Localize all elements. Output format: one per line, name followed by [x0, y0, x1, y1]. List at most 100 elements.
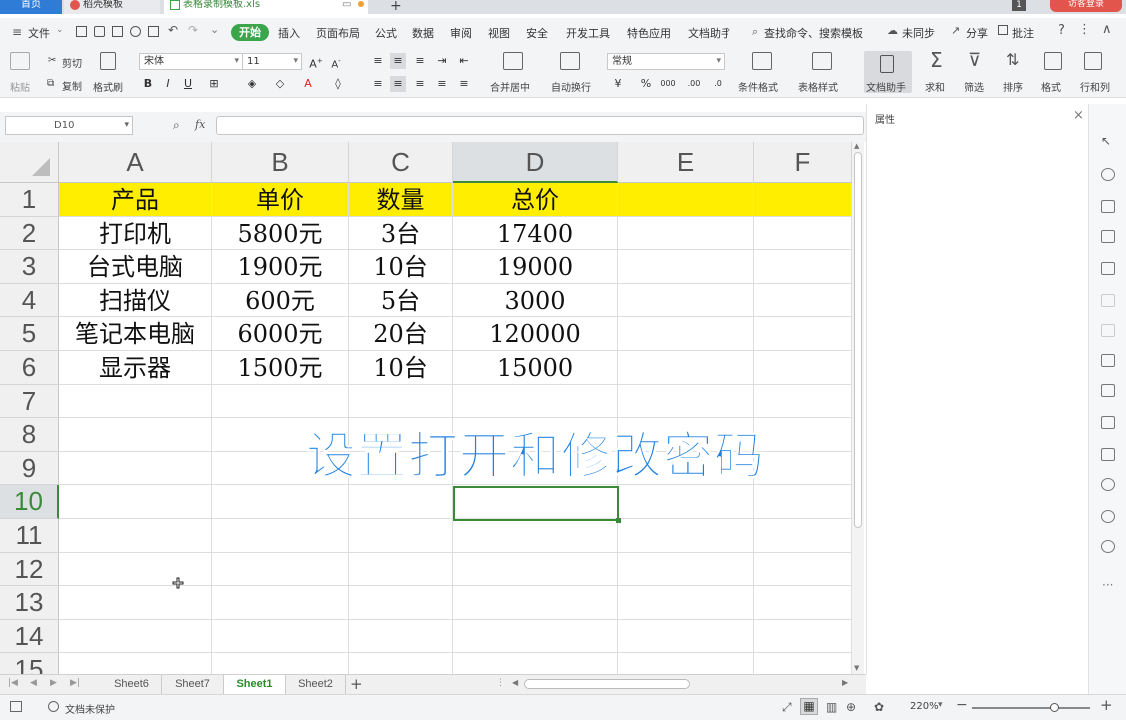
cell-a14[interactable]	[59, 619, 212, 654]
cell-c3[interactable]: 10台	[349, 250, 453, 284]
cell-d15[interactable]	[453, 653, 618, 674]
prev-sheet-icon[interactable]: ◀	[30, 678, 37, 688]
cell-f2[interactable]	[754, 216, 852, 251]
home-tab[interactable]: 首页	[0, 0, 62, 14]
cell-f5[interactable]	[754, 317, 852, 351]
add-sheet-button[interactable]: +	[350, 675, 363, 693]
find-icon[interactable]	[148, 26, 159, 37]
zoom-level[interactable]: 220%	[910, 701, 939, 712]
cell-a4[interactable]: 扫描仪	[59, 283, 212, 318]
row-header-13[interactable]: 13	[0, 586, 59, 620]
tab-security[interactable]: 安全	[526, 25, 548, 41]
column-header-d[interactable]: D	[453, 142, 618, 183]
cell-f8[interactable]	[754, 418, 852, 452]
guest-login-button[interactable]: 访客登录	[1050, 0, 1122, 12]
tab-special-apps[interactable]: 特色应用	[627, 25, 671, 41]
fullscreen-icon[interactable]: ⤢	[782, 700, 792, 715]
normal-view-icon[interactable]: ▦	[800, 698, 818, 715]
scroll-up-icon[interactable]: ▲	[854, 142, 859, 150]
align-middle-icon[interactable]: ≡	[390, 53, 406, 69]
row-header-9[interactable]: 9	[0, 451, 59, 486]
hamburger-icon[interactable]: ≡	[12, 25, 22, 39]
row-header-7[interactable]: 7	[0, 384, 59, 419]
cell-e6[interactable]	[618, 351, 754, 385]
zoom-out-icon[interactable]: −	[956, 697, 968, 713]
conditional-format-button[interactable]: 条件格式	[738, 79, 778, 94]
row-header-3[interactable]: 3	[0, 250, 59, 284]
row-header-14[interactable]: 14	[0, 619, 59, 654]
cell-d11[interactable]	[453, 519, 618, 553]
cell-c10[interactable]	[349, 485, 453, 519]
tab-view[interactable]: 视图	[488, 25, 510, 41]
tab-developer[interactable]: 开发工具	[566, 25, 610, 41]
share-button[interactable]: 分享	[966, 25, 988, 41]
cell-e2[interactable]	[618, 216, 754, 251]
cell-f1[interactable]	[754, 183, 852, 217]
cell-d4[interactable]: 3000	[453, 283, 618, 318]
indent-icon[interactable]: ⇥	[434, 53, 450, 69]
row-header-5[interactable]: 5	[0, 317, 59, 351]
cell-a11[interactable]	[59, 519, 212, 553]
cell-b6[interactable]: 1500元	[212, 351, 349, 385]
doc-helper-button[interactable]: 文档助手	[864, 51, 912, 94]
scroll-left-icon[interactable]: ◀	[512, 678, 518, 687]
cell-f4[interactable]	[754, 283, 852, 318]
cell-f15[interactable]	[754, 653, 852, 674]
archive-icon[interactable]	[1101, 416, 1115, 429]
cell-c12[interactable]	[349, 552, 453, 587]
row-header-1[interactable]: 1	[0, 183, 59, 217]
font-size-select[interactable]: 11	[242, 53, 302, 70]
page-break-view-icon[interactable]: ▥	[826, 700, 837, 714]
unsynced-status[interactable]: 未同步	[902, 25, 935, 41]
font-color-icon[interactable]: ◈	[244, 76, 260, 92]
cell-f6[interactable]	[754, 351, 852, 385]
sort-button[interactable]: 排序	[1003, 79, 1023, 94]
row-header-15[interactable]: 15	[0, 653, 59, 674]
print-icon[interactable]	[112, 26, 123, 37]
zoom-in-icon[interactable]: +	[1100, 696, 1113, 714]
italic-icon[interactable]: I	[160, 76, 176, 92]
undo-icon[interactable]: ↶	[168, 23, 178, 37]
cell-c1[interactable]: 数量	[349, 183, 453, 217]
currency-icon[interactable]: ¥	[610, 76, 626, 92]
wrap-text-button[interactable]: 自动换行	[551, 79, 591, 94]
cell-c15[interactable]	[349, 653, 453, 674]
cell-b7[interactable]	[212, 384, 349, 419]
menu-file[interactable]: 文件	[28, 25, 50, 41]
name-box[interactable]: D10	[5, 116, 133, 135]
font-name-select[interactable]: 宋体	[139, 53, 243, 70]
merge-center-button[interactable]: 合并居中	[490, 79, 530, 94]
selected-cell[interactable]	[453, 486, 621, 523]
row-header-4[interactable]: 4	[0, 283, 59, 318]
cell-a10[interactable]	[59, 485, 212, 519]
cell-a9[interactable]	[59, 451, 212, 486]
cell-b12[interactable]	[212, 552, 349, 587]
protection-status[interactable]: 文档未保护	[65, 701, 115, 716]
cell-b11[interactable]	[212, 519, 349, 553]
cell-d3[interactable]: 19000	[453, 250, 618, 284]
cell-a6[interactable]: 显示器	[59, 351, 212, 385]
cell-f13[interactable]	[754, 586, 852, 620]
vertical-scroll-thumb[interactable]	[854, 152, 862, 528]
distributed-icon[interactable]: ≡	[456, 76, 472, 92]
cell-a13[interactable]	[59, 586, 212, 620]
table-icon[interactable]	[1101, 354, 1115, 367]
collapse-ribbon-icon[interactable]: ∧	[1102, 22, 1112, 37]
clear-icon[interactable]: ◊	[330, 76, 346, 92]
next-sheet-icon[interactable]: ▶	[50, 678, 57, 688]
cell-c11[interactable]	[349, 519, 453, 553]
select-all-corner[interactable]	[0, 142, 59, 183]
zoom-slider[interactable]	[972, 703, 1090, 712]
properties-title[interactable]: 属性	[875, 111, 895, 126]
tab-insert[interactable]: 插入	[278, 25, 300, 41]
scroll-right-icon[interactable]: ▶	[842, 678, 848, 687]
last-sheet-icon[interactable]: ▶|	[70, 678, 80, 688]
row-header-2[interactable]: 2	[0, 216, 59, 251]
cell-e3[interactable]	[618, 250, 754, 284]
reading-mode-icon[interactable]: ✿	[874, 700, 884, 714]
cell-a12[interactable]	[59, 552, 212, 587]
zoom-search-icon[interactable]: ⌕	[173, 118, 180, 133]
tab-monitor-icon[interactable]: ▭	[342, 0, 351, 10]
cell-e15[interactable]	[618, 653, 754, 674]
row-header-12[interactable]: 12	[0, 552, 59, 587]
